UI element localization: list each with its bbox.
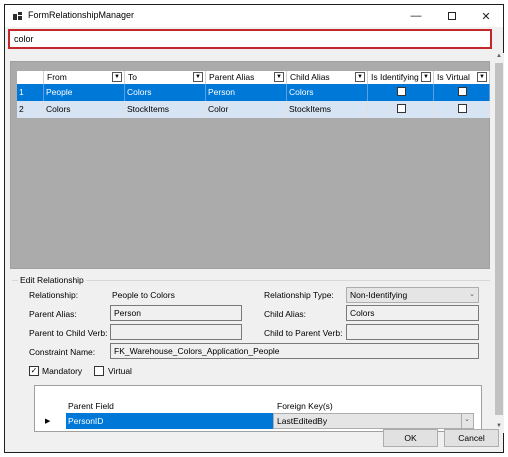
- window-title: FormRelationshipManager: [28, 10, 135, 20]
- column-header-from[interactable]: From ▼: [44, 71, 125, 84]
- foreign-key-value: LastEditedBy: [277, 416, 328, 426]
- column-header-label: Parent Alias: [209, 72, 255, 82]
- filter-input[interactable]: [14, 34, 486, 44]
- filter-dropdown-icon[interactable]: ▼: [477, 72, 487, 82]
- cell-parent-alias[interactable]: Color: [206, 101, 287, 118]
- relationship-type-value: Non-Identifying: [350, 290, 408, 300]
- cell-is-virtual[interactable]: [434, 84, 490, 101]
- row-number: 1: [17, 84, 44, 101]
- close-button[interactable]: ✕: [469, 5, 503, 27]
- cell-child-alias[interactable]: Colors: [287, 84, 368, 101]
- table-row[interactable]: 1 People Colors Person Colors: [17, 84, 490, 101]
- child-alias-field[interactable]: Colors: [346, 305, 479, 321]
- relationship-grid: From ▼ To ▼ Parent Alias ▼ Child Alias ▼…: [10, 61, 490, 269]
- minimize-icon: —: [410, 10, 422, 22]
- parent-to-child-verb-field[interactable]: [110, 324, 242, 340]
- column-header-child-alias[interactable]: Child Alias ▼: [287, 71, 368, 84]
- cell-from[interactable]: People: [44, 84, 125, 101]
- grid-corner: [17, 71, 44, 84]
- app-icon: [13, 12, 22, 20]
- virtual-label: Virtual: [108, 366, 132, 376]
- is-virtual-checkbox[interactable]: [458, 104, 467, 113]
- chevron-down-icon: ⌄: [469, 291, 475, 298]
- relationship-type-label: Relationship Type:: [264, 290, 334, 300]
- is-virtual-checkbox[interactable]: [458, 87, 467, 96]
- is-identifying-checkbox[interactable]: [397, 87, 406, 96]
- cell-to[interactable]: Colors: [125, 84, 206, 101]
- mandatory-label: Mandatory: [42, 366, 83, 376]
- relationship-value: People to Colors: [112, 290, 175, 300]
- column-header-label: To: [128, 72, 137, 82]
- parent-alias-label: Parent Alias:: [29, 309, 77, 319]
- child-to-parent-verb-label: Child to Parent Verb:: [264, 328, 343, 338]
- form-relationship-manager-window: FormRelationshipManager — ✕ From ▼ To ▼ …: [4, 4, 504, 453]
- parent-field-cell[interactable]: PersonID: [66, 413, 273, 429]
- title-bar: FormRelationshipManager — ✕: [5, 5, 503, 27]
- maximize-icon: [448, 12, 456, 20]
- ok-button[interactable]: OK: [383, 429, 438, 447]
- cell-to[interactable]: StockItems: [125, 101, 206, 118]
- cell-from[interactable]: Colors: [44, 101, 125, 118]
- grid-area: From ▼ To ▼ Parent Alias ▼ Child Alias ▼…: [14, 65, 490, 265]
- filter-dropdown-icon[interactable]: ▼: [274, 72, 284, 82]
- filter-dropdown-icon[interactable]: ▼: [112, 72, 122, 82]
- filter-box: [8, 29, 492, 49]
- mandatory-checkbox[interactable]: ✓: [29, 366, 39, 376]
- parent-alias-field[interactable]: Person: [110, 305, 242, 321]
- column-header-is-identifying[interactable]: Is Identifying ▼: [368, 71, 434, 84]
- cell-is-virtual[interactable]: [434, 101, 490, 118]
- column-header-parent-alias[interactable]: Parent Alias ▼: [206, 71, 287, 84]
- column-header-label: Child Alias: [290, 72, 330, 82]
- row-pointer-icon: ▶: [45, 418, 51, 425]
- table-row[interactable]: ▶ PersonID LastEditedBy ⌄: [35, 413, 475, 429]
- child-to-parent-verb-field[interactable]: [346, 324, 479, 340]
- parent-field-header: Parent Field: [68, 401, 114, 411]
- relationship-type-select[interactable]: Non-Identifying ⌄: [346, 287, 479, 303]
- virtual-checkbox[interactable]: [94, 366, 104, 376]
- column-header-to[interactable]: To ▼: [125, 71, 206, 84]
- cell-child-alias[interactable]: StockItems: [287, 101, 368, 118]
- parent-to-child-verb-label: Parent to Child Verb:: [29, 328, 108, 338]
- minimize-button[interactable]: —: [399, 5, 433, 27]
- filter-dropdown-icon[interactable]: ▼: [193, 72, 203, 82]
- relationship-label: Relationship:: [29, 290, 79, 300]
- child-alias-label: Child Alias:: [264, 309, 307, 319]
- row-number: 2: [17, 101, 44, 118]
- cancel-button[interactable]: Cancel: [444, 429, 499, 447]
- vertical-scrollbar[interactable]: ▲ ▼: [494, 53, 504, 433]
- chevron-down-icon: ⌄: [461, 414, 472, 428]
- cell-parent-alias[interactable]: Person: [206, 84, 287, 101]
- edit-relationship-heading: Edit Relationship: [18, 275, 86, 285]
- is-identifying-checkbox[interactable]: [397, 104, 406, 113]
- cell-is-identifying[interactable]: [368, 101, 434, 118]
- maximize-button[interactable]: [435, 5, 469, 27]
- filter-dropdown-icon[interactable]: ▼: [355, 72, 365, 82]
- constraint-name-label: Constraint Name:: [29, 347, 96, 357]
- close-icon: ✕: [481, 10, 491, 23]
- scroll-up-icon[interactable]: ▲: [494, 53, 504, 63]
- scroll-thumb[interactable]: [495, 63, 503, 415]
- foreign-key-grid: Parent Field Foreign Key(s) ▶ PersonID L…: [34, 385, 482, 432]
- column-header-label: Is Identifying: [371, 72, 419, 82]
- constraint-name-field[interactable]: FK_Warehouse_Colors_Application_People: [110, 343, 479, 359]
- cell-is-identifying[interactable]: [368, 84, 434, 101]
- column-header-label: From: [47, 72, 67, 82]
- foreign-keys-header: Foreign Key(s): [277, 401, 333, 411]
- table-row[interactable]: 2 Colors StockItems Color StockItems: [17, 101, 490, 118]
- foreign-key-select[interactable]: LastEditedBy ⌄: [273, 413, 474, 429]
- column-header-is-virtual[interactable]: Is Virtual ▼: [434, 71, 490, 84]
- column-header-label: Is Virtual: [437, 72, 470, 82]
- filter-dropdown-icon[interactable]: ▼: [421, 72, 431, 82]
